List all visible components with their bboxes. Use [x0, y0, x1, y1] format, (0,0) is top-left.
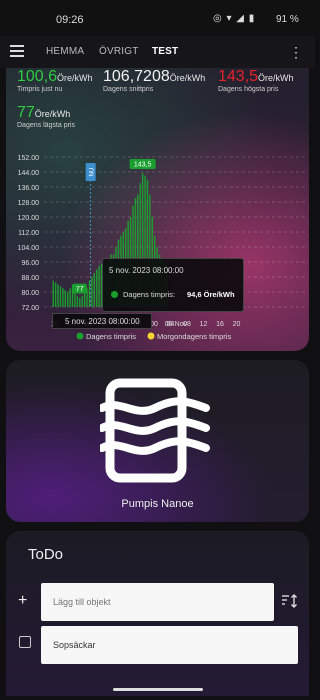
device-name: Pumpis Nanoe — [121, 498, 194, 510]
current-price: 100,6Öre/kWh Timpris just nu — [17, 68, 93, 93]
tab-ovrigt[interactable]: ÖVRIGT — [99, 46, 139, 57]
highest-price: 143,5Öre/kWh Dagens högsta pris — [218, 68, 294, 93]
todo-checkbox[interactable] — [19, 636, 31, 648]
x-tick-label: 12 — [200, 321, 208, 328]
lowest-price-unit: Öre/kWh — [34, 109, 71, 119]
y-tick-label: 112.00 — [18, 230, 39, 237]
x-axis-tooltip: 5 nov. 2023 08:00:00 — [52, 313, 152, 329]
status-icons: ◎ ▾ ◢ ▮ — [213, 13, 256, 24]
add-item-input[interactable] — [41, 583, 274, 621]
average-price: 106,7208Öre/kWh Dagens snittpris — [103, 68, 206, 93]
now-marker-label: NU — [90, 168, 96, 177]
price-bar — [57, 284, 59, 307]
price-bar — [88, 280, 91, 307]
highest-price-label: Dagens högsta pris — [218, 86, 279, 93]
battery-level: 91 % — [276, 14, 299, 25]
y-tick-label: 96.00 — [21, 260, 39, 267]
y-tick-label: 152.00 — [18, 155, 40, 162]
price-bar — [83, 293, 86, 307]
tooltip-date: 5 nov. 2023 08:00:00 — [109, 266, 184, 275]
chart-tooltip: 5 nov. 2023 08:00:00 Dagens timpris: 94,… — [102, 258, 244, 312]
y-tick-label: 120.00 — [18, 215, 40, 222]
legend-swatch-today — [76, 332, 84, 340]
highest-price-unit: Öre/kWh — [258, 73, 294, 83]
average-price-label: Dagens snittpris — [103, 86, 154, 93]
legend-swatch-tomorrow — [147, 332, 155, 340]
todo-title: ToDo — [28, 546, 64, 563]
price-bar — [81, 295, 83, 307]
current-price-unit: Öre/kWh — [57, 73, 93, 83]
price-bar — [98, 265, 100, 307]
max-price-label: 143,5 — [134, 161, 152, 168]
y-tick-label: 72.00 — [21, 305, 39, 312]
y-tick-label: 88.00 — [21, 275, 39, 282]
average-price-unit: Öre/kWh — [169, 73, 206, 83]
y-tick-label: 136.00 — [18, 185, 40, 192]
tooltip-series-label: Dagens timpris: — [123, 290, 176, 299]
current-price-label: Timpris just nu — [17, 86, 63, 93]
app-bar: HEMMA ÖVRIGT TEST ⋮ — [0, 36, 315, 68]
legend-label-today: Dagens timpris — [86, 332, 136, 341]
tab-hemma[interactable]: HEMMA — [46, 46, 84, 57]
min-price-label: 77 — [76, 286, 84, 293]
tooltip-value: 94,6 Öre/kWh — [187, 290, 235, 299]
price-bar — [59, 286, 62, 307]
price-bar — [96, 269, 98, 307]
clock: 09:26 — [56, 14, 84, 26]
y-tick-label: 104.00 — [18, 245, 40, 252]
price-bar — [74, 293, 76, 307]
todo-item[interactable]: Sopsäckar — [41, 626, 298, 664]
legend-label-tomorrow: Morgondagens timpris — [157, 332, 231, 341]
more-options-icon[interactable]: ⋮ — [289, 44, 303, 61]
tab-test[interactable]: TEST — [152, 46, 178, 57]
sort-icon[interactable] — [281, 594, 299, 608]
x-tick-label: 16 — [216, 321, 224, 328]
lowest-price: 77Öre/kWh Dagens lägsta pris — [17, 104, 75, 129]
y-tick-label: 80.00 — [21, 290, 39, 297]
price-bar — [69, 288, 71, 307]
heat-pump-icon — [100, 378, 210, 483]
add-icon[interactable]: + — [18, 592, 27, 610]
x-date-label: 06 Nov — [165, 321, 188, 328]
menu-icon[interactable] — [10, 45, 24, 57]
price-bar — [91, 277, 93, 307]
price-chart[interactable]: 152.00 144.00 136.00 128.00 120.00 112.00 104.… — [0, 140, 315, 345]
x-tick-label: 20 — [233, 321, 241, 328]
price-bar — [79, 297, 81, 307]
price-bar — [52, 280, 54, 307]
price-bar — [62, 288, 64, 307]
home-indicator[interactable] — [113, 688, 203, 691]
lowest-price-label: Dagens lägsta pris — [17, 122, 75, 129]
tooltip-series-swatch — [111, 291, 118, 298]
price-bar — [93, 273, 95, 307]
status-bar: 09:26 ◎ ▾ ◢ ▮ 91 % — [0, 0, 315, 40]
y-tick-label: 128.00 — [18, 200, 40, 207]
price-bar — [54, 282, 57, 307]
y-tick-label: 144.00 — [18, 170, 40, 177]
price-bar — [67, 292, 69, 307]
price-bar — [64, 290, 66, 307]
price-bar — [76, 295, 79, 307]
